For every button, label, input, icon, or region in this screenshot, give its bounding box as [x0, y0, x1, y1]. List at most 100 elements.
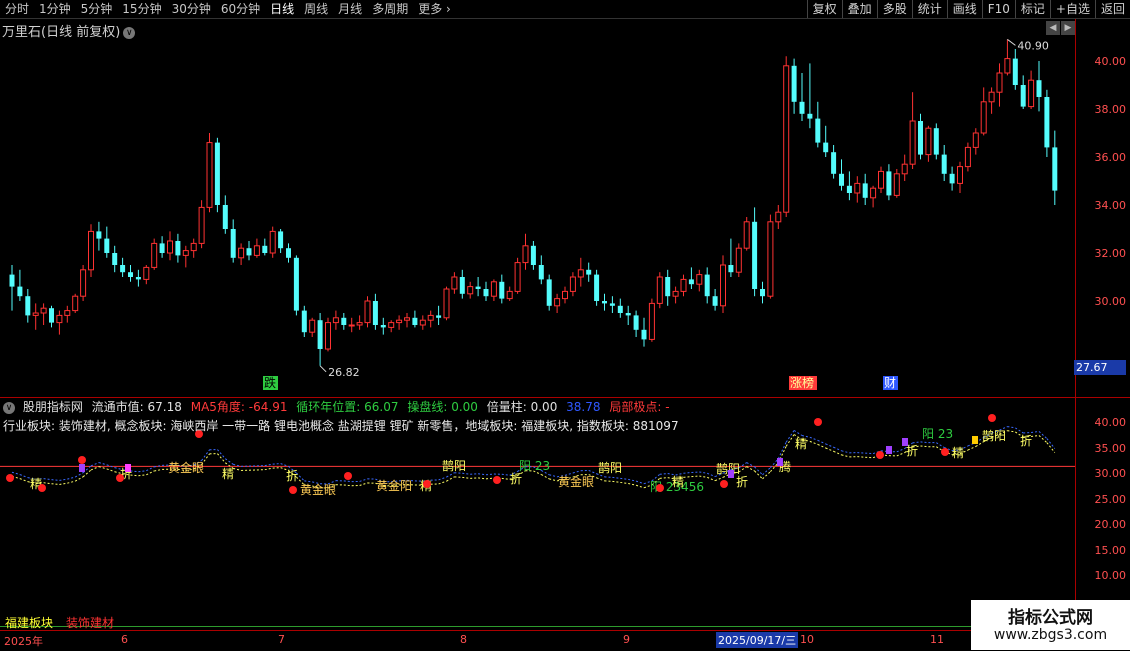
multi-stock-button[interactable]: 多股: [877, 0, 912, 18]
back-button[interactable]: 返回: [1095, 0, 1130, 18]
candle-body: [278, 231, 283, 248]
sector-info: 行业板块: 装饰建材, 概念板块: 海峡西岸 一带一路 锂电池概念 盐湖提锂 锂…: [3, 417, 679, 434]
candle-body: [89, 231, 94, 269]
candle-body: [823, 143, 828, 153]
tab-5min[interactable]: 5分钟: [76, 0, 118, 18]
candle-body: [523, 246, 528, 263]
signal-label: 折: [1020, 433, 1032, 448]
candle-body: [160, 243, 165, 253]
mark-button[interactable]: 标记: [1015, 0, 1050, 18]
signal-label: 折: [736, 474, 748, 489]
candle-body: [586, 270, 591, 275]
stats-button[interactable]: 统计: [912, 0, 947, 18]
tab-more[interactable]: 更多 ›: [413, 0, 456, 18]
signal-label: 黄金眼: [300, 482, 336, 497]
candle-body: [555, 299, 560, 306]
candle-body: [57, 315, 62, 322]
date-label: 7: [278, 633, 285, 646]
signal-line: [12, 472, 20, 474]
signal-line: [265, 468, 273, 470]
scroll-left-icon[interactable]: ◀: [1046, 21, 1060, 35]
signal-line: [549, 479, 557, 481]
candle-body: [981, 102, 986, 133]
chevron-down-icon[interactable]: ∨: [123, 27, 135, 39]
low-label: 26.82: [328, 366, 360, 379]
tab-monthly[interactable]: 月线: [333, 0, 367, 18]
overlay-button[interactable]: 叠加: [842, 0, 877, 18]
candle-body: [397, 320, 402, 322]
date-label: 11: [930, 633, 944, 646]
signal-line: [605, 481, 613, 482]
signal-line: [304, 481, 312, 482]
signal-label: 黄金阳: [376, 478, 412, 493]
scroll-right-icon[interactable]: ▶: [1061, 21, 1075, 35]
candle-body: [507, 291, 512, 298]
candle-body: [223, 205, 228, 229]
tab-daily[interactable]: 日线: [265, 0, 299, 18]
candle-body: [120, 265, 125, 272]
candle-body: [997, 73, 1002, 92]
signal-line: [715, 477, 723, 480]
candle-body: [468, 287, 473, 294]
signal-line: [597, 478, 605, 481]
signal-label: 精: [672, 475, 684, 489]
draw-line-button[interactable]: 画线: [947, 0, 982, 18]
price-tick: 40.00: [1095, 55, 1127, 68]
signal-line: [786, 430, 794, 442]
tab-60min[interactable]: 60分钟: [216, 0, 265, 18]
signal-dot: [656, 484, 664, 492]
region-label: 福建板块: [5, 614, 53, 631]
signal-line: [842, 455, 850, 457]
date-label: 8: [460, 633, 467, 646]
chevron-down-icon[interactable]: ∨: [3, 402, 15, 414]
signal-line: [146, 471, 154, 475]
candle-body: [713, 296, 718, 306]
tab-15min[interactable]: 15分钟: [117, 0, 166, 18]
tab-weekly[interactable]: 周线: [299, 0, 333, 18]
chevron-right-icon: ›: [446, 2, 451, 16]
candle-body: [626, 313, 631, 315]
tab-fenshi[interactable]: 分时: [0, 0, 34, 18]
candle-body: [752, 222, 757, 289]
candle-body: [476, 287, 481, 289]
candle-body: [657, 277, 662, 303]
signal-dot: [941, 448, 949, 456]
tab-30min[interactable]: 30分钟: [167, 0, 216, 18]
candle-body: [760, 289, 765, 296]
tab-multi-period[interactable]: 多周期: [367, 0, 413, 18]
signal-line: [1039, 431, 1047, 438]
candle-body: [484, 289, 489, 296]
signal-line: [921, 446, 929, 447]
candle-body: [1021, 85, 1026, 107]
candle-body: [871, 188, 876, 198]
signal-dot: [876, 451, 884, 459]
float-mv: 流通市值: 67.18: [92, 400, 182, 414]
candle-body: [326, 323, 331, 349]
stock-title[interactable]: 万里石(日线 前复权)∨: [2, 21, 135, 40]
signal-line: [447, 477, 455, 481]
tab-1min[interactable]: 1分钟: [34, 0, 76, 18]
candlestick-chart[interactable]: 40.9026.82跌涨榜财: [0, 19, 1076, 397]
signal-line: [857, 457, 865, 458]
fuquan-button[interactable]: 复权: [807, 0, 842, 18]
indicator-name[interactable]: 股朋指标网: [23, 400, 83, 414]
signal-line: [67, 477, 75, 479]
candle-body: [199, 207, 204, 243]
signal-line: [921, 442, 929, 443]
signal-line: [20, 475, 28, 478]
indicator-tick: 20.00: [1095, 518, 1127, 531]
candle-body: [973, 133, 978, 147]
candle-body: [744, 222, 749, 248]
f10-button[interactable]: F10: [982, 0, 1015, 18]
signal-line: [842, 451, 850, 453]
candle-body: [25, 296, 30, 315]
signal-line: [462, 473, 470, 474]
candle-body: [333, 318, 338, 323]
signal-line: [59, 479, 67, 480]
signal-line: [1007, 427, 1015, 428]
stock-name: 万里石(日线 前复权): [2, 25, 120, 40]
add-watchlist-button[interactable]: +自选: [1050, 0, 1095, 18]
candle-body: [634, 315, 639, 329]
operation-line: 操盘线: 0.00: [407, 400, 478, 414]
candle-body: [175, 241, 180, 255]
